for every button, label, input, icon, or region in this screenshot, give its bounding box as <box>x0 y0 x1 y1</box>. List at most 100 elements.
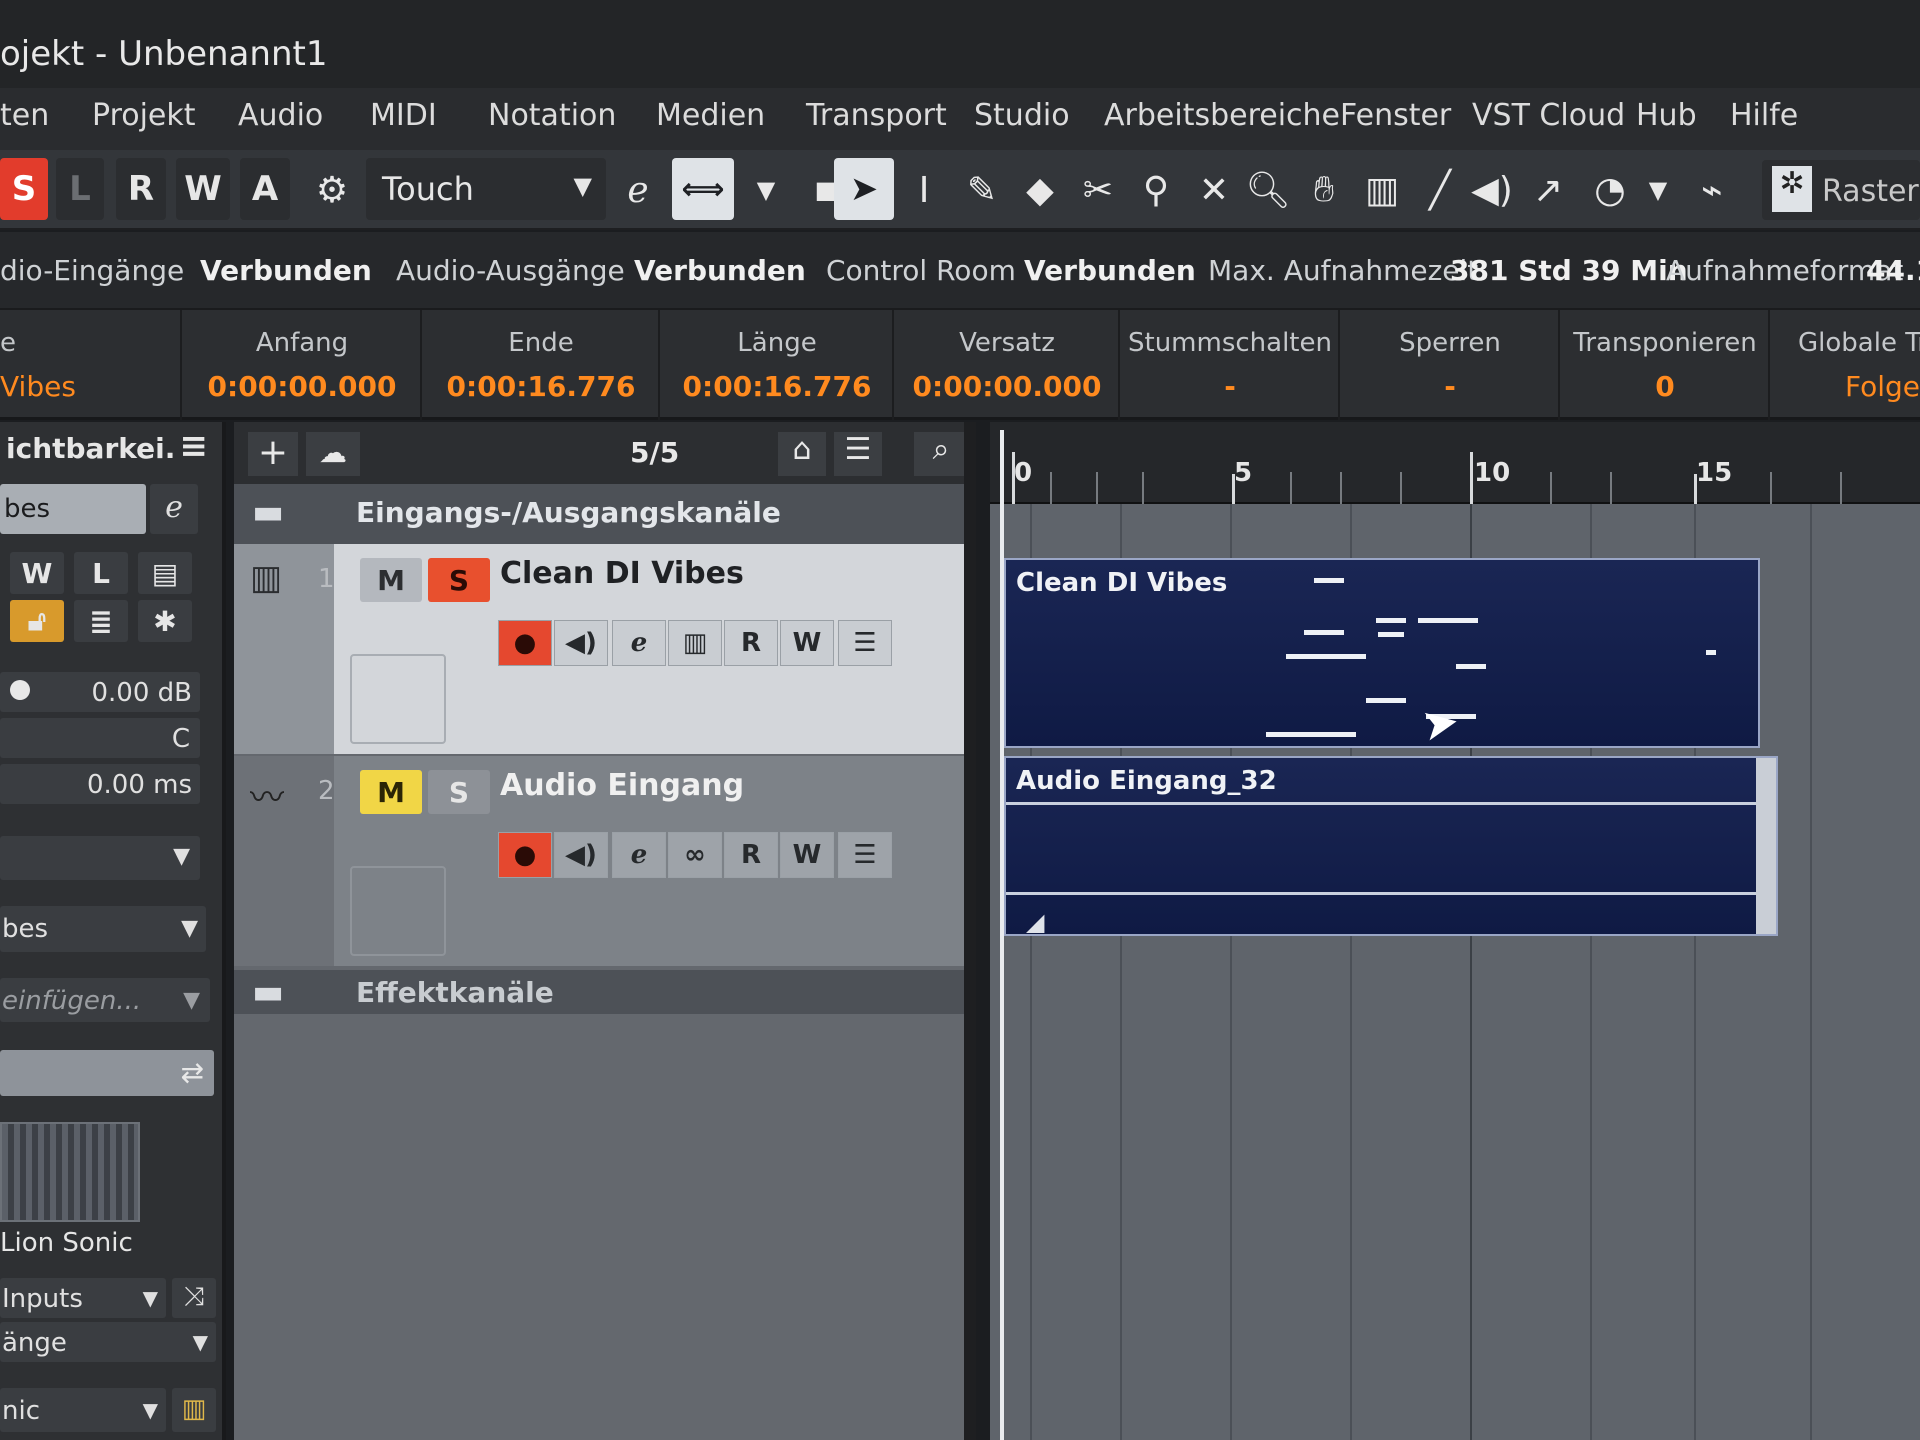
track-picture[interactable] <box>350 654 446 744</box>
solo-state-button[interactable]: S <box>0 158 48 220</box>
hand-tool-icon[interactable]: ✋︎ <box>1298 162 1350 218</box>
record-format-value[interactable]: 44.1 <box>1866 254 1920 287</box>
pencil-tool-icon[interactable]: ✎ <box>956 162 1008 218</box>
track-row[interactable]: ▥ 1 M S Clean DI Vibes ● ◀) ℯ ▥ R W ☰ <box>234 544 964 754</box>
snap-toggle-icon[interactable]: ⌁ <box>1686 162 1738 218</box>
event-display[interactable]: Clean DI Vibes Audio Eingang_32 ◢ ➤ <box>990 504 1920 1440</box>
instrument-thumbnail[interactable] <box>0 1122 140 1222</box>
menu-item-vst-cloud[interactable]: VST Cloud <box>1472 98 1625 133</box>
info-lock-field[interactable]: Sperren - <box>1342 310 1560 420</box>
menu-item-hub[interactable]: Hub <box>1636 98 1697 133</box>
read-all-button[interactable]: R <box>116 158 166 220</box>
channel-select[interactable]: nic ▼ <box>0 1388 166 1432</box>
event-resize-handle[interactable] <box>1756 758 1776 934</box>
instrument-section-header[interactable]: ⇄ <box>0 1050 214 1096</box>
lanes-icon[interactable]: ☰ <box>838 832 892 878</box>
stereo-link-icon[interactable]: ∞ <box>668 832 722 878</box>
read-automation-button[interactable]: R <box>724 620 778 666</box>
edit-channel-icon[interactable]: ℯ <box>612 832 666 878</box>
list-icon[interactable]: ☰ <box>834 432 882 476</box>
lock-icon[interactable]: 🔓︎ <box>10 600 64 642</box>
keyboard-icon[interactable]: ▥ <box>172 1388 216 1432</box>
chevron-down-icon[interactable]: ▼ <box>1632 162 1684 218</box>
track-row[interactable]: 〰 2 M S Audio Eingang ● ◀) ℯ ∞ R W ☰ <box>234 756 964 966</box>
zoom-tool-icon[interactable]: 🔍︎ <box>1242 162 1294 218</box>
info-transpose-field[interactable]: Transponieren 0 <box>1562 310 1770 420</box>
snap-mode-icon[interactable]: ◔ <box>1584 162 1636 218</box>
freeze-icon[interactable]: ✱ <box>138 600 192 642</box>
edit-instrument-icon[interactable]: ℯ <box>150 484 198 534</box>
info-global-transpose-field[interactable]: Globale Tran Folge <box>1772 310 1920 420</box>
cloud-icon[interactable]: ☁ <box>306 432 360 476</box>
add-track-icon[interactable]: + <box>248 432 298 476</box>
menu-item-edit[interactable]: ten <box>0 98 49 133</box>
menu-icon[interactable]: ≡ <box>180 426 209 466</box>
info-end-field[interactable]: Ende 0:00:16.776 <box>424 310 660 420</box>
comp-tool-icon[interactable]: ▥ <box>1356 162 1408 218</box>
menu-item-notation[interactable]: Notation <box>488 98 616 133</box>
edit-channel-icon[interactable]: ℯ <box>612 620 666 666</box>
record-enable-icon[interactable]: ● <box>498 620 552 666</box>
object-selection-tool-icon[interactable]: ➤ <box>834 158 894 220</box>
menu-item-workspaces[interactable]: Arbeitsbereiche <box>1104 98 1340 133</box>
visibility-tab-label[interactable]: ichtbarkei. <box>6 432 175 465</box>
split-tool-icon[interactable]: ✂ <box>1072 162 1124 218</box>
chevron-down-icon[interactable]: ▼ <box>740 162 792 218</box>
audio-outputs-status[interactable]: Verbunden <box>634 254 806 287</box>
menu-item-help[interactable]: Hilfe <box>1730 98 1798 133</box>
menu-item-transport[interactable]: Transport <box>806 98 947 133</box>
track-name-field[interactable]: bes <box>0 484 146 534</box>
range-selection-tool-icon[interactable]: I <box>898 162 950 218</box>
write-automation-button[interactable]: W <box>780 832 834 878</box>
instrument-editor-icon[interactable]: ▥ <box>668 620 722 666</box>
pan-slider[interactable]: C <box>0 718 200 758</box>
folder-track-fx[interactable]: ▬ Effektkanäle <box>234 970 964 1014</box>
play-tool-icon[interactable]: ◀) <box>1466 162 1518 218</box>
info-offset-field[interactable]: Versatz 0:00:00.000 <box>896 310 1120 420</box>
track-name[interactable]: Clean DI Vibes <box>500 556 744 591</box>
volume-knob[interactable] <box>10 680 30 700</box>
monitor-icon[interactable]: ◀) <box>554 832 608 878</box>
inputs-select[interactable]: Inputs ▼ <box>0 1278 166 1318</box>
volume-slider[interactable]: 0.00 dB <box>0 672 200 712</box>
menu-item-studio[interactable]: Studio <box>974 98 1070 133</box>
lanes-icon[interactable]: ≣ <box>74 600 128 642</box>
home-icon[interactable]: ⌂ <box>778 432 826 476</box>
track-name[interactable]: Audio Eingang <box>500 768 744 803</box>
outputs-select[interactable]: änge ▼ <box>0 1322 216 1362</box>
track-picture[interactable] <box>350 866 446 956</box>
solo-button[interactable]: S <box>428 558 490 602</box>
constrain-delay-icon[interactable]: ⟺ <box>672 158 734 220</box>
read-automation-button[interactable]: R <box>724 832 778 878</box>
info-start-field[interactable]: Anfang 0:00:00.000 <box>184 310 422 420</box>
insert-slot[interactable]: einfügen... ▼ <box>0 978 210 1022</box>
folder-track-io[interactable]: ▬ Eingangs-/Ausgangskanäle <box>234 484 964 544</box>
audio-inputs-status[interactable]: Verbunden <box>200 254 372 287</box>
edit-channel-icon[interactable]: ℯ <box>612 162 664 218</box>
mute-button[interactable]: M <box>360 770 422 814</box>
menu-item-midi[interactable]: MIDI <box>370 98 437 133</box>
write-automation-button[interactable]: W <box>780 620 834 666</box>
automation-icon[interactable]: ⚙ <box>306 162 358 218</box>
routing-select[interactable]: ▼ <box>0 836 200 880</box>
info-length-field[interactable]: Länge 0:00:16.776 <box>662 310 894 420</box>
fade-handle-icon[interactable]: ◢ <box>1026 908 1044 936</box>
menu-item-audio[interactable]: Audio <box>238 98 323 133</box>
editor-icon[interactable]: ▤ <box>138 552 192 594</box>
audio-event[interactable]: Audio Eingang_32 ◢ <box>1004 756 1778 936</box>
line-tool-icon[interactable]: ╱ <box>1414 162 1466 218</box>
search-icon[interactable]: ⌕ <box>914 432 968 476</box>
automation-mode-select[interactable]: Touch ▼ <box>366 158 606 220</box>
lanes-icon[interactable]: ☰ <box>838 620 892 666</box>
eraser-tool-icon[interactable]: ◆ <box>1014 162 1066 218</box>
shuffle-icon[interactable]: ⤨ <box>172 1278 216 1318</box>
mute-tool-icon[interactable]: ✕ <box>1188 162 1240 218</box>
menu-item-media[interactable]: Medien <box>656 98 765 133</box>
mute-button[interactable]: M <box>360 558 422 602</box>
drumstick-tool-icon[interactable]: ↗ <box>1522 162 1574 218</box>
info-name-field[interactable]: e Vibes <box>0 310 182 420</box>
midi-part[interactable]: Clean DI Vibes <box>1004 558 1760 748</box>
timeline-ruler[interactable]: 0 5 10 15 <box>990 422 1920 504</box>
menu-item-project[interactable]: Projekt <box>92 98 196 133</box>
record-enable-icon[interactable]: ● <box>498 832 552 878</box>
